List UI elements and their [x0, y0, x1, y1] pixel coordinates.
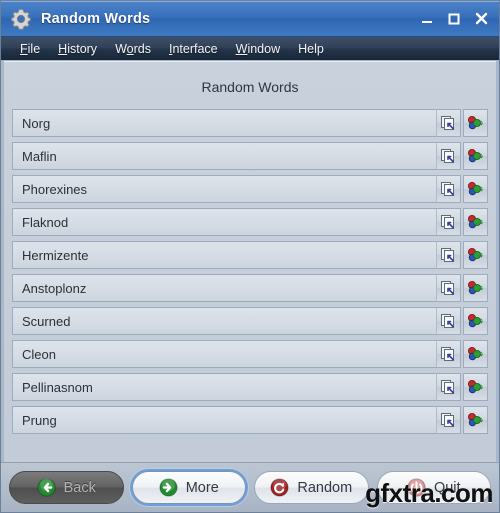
copy-icon[interactable]	[436, 373, 461, 401]
word-row: Pellinasnom	[12, 373, 488, 401]
variants-icon[interactable]	[463, 109, 488, 137]
variants-icon[interactable]	[463, 208, 488, 236]
word-row: Cleon	[12, 340, 488, 368]
variants-icon[interactable]	[463, 274, 488, 302]
word-row: Flaknod	[12, 208, 488, 236]
button-bar: Back More Random Quit	[1, 462, 499, 512]
copy-icon[interactable]	[436, 208, 461, 236]
word-field[interactable]: Scurned	[12, 307, 436, 335]
power-circle-icon	[407, 478, 426, 497]
menu-item-file[interactable]: File	[11, 37, 49, 60]
menu-item-interface[interactable]: Interface	[160, 37, 227, 60]
word-list: Norg Maflin Phorexines Flaknod Hermizente Ans…	[4, 109, 496, 462]
gear-icon	[9, 7, 33, 31]
close-icon[interactable]	[473, 11, 489, 27]
window-controls	[419, 11, 493, 27]
button-label: More	[185, 479, 219, 496]
button-label: Random	[297, 479, 353, 496]
button-label: Back	[63, 479, 96, 496]
word-row: Prung	[12, 406, 488, 434]
menu-item-window[interactable]: Window	[227, 37, 289, 60]
window-title: Random Words	[41, 10, 151, 27]
word-field[interactable]: Pellinasnom	[12, 373, 436, 401]
application-window: Random Words File History Words Interfac…	[0, 0, 500, 513]
random-button[interactable]: Random	[254, 471, 369, 504]
menu-item-words[interactable]: Words	[106, 37, 160, 60]
copy-icon[interactable]	[436, 406, 461, 434]
arrow-left-circle-icon	[36, 478, 56, 497]
word-field[interactable]: Anstoplonz	[12, 274, 436, 302]
copy-icon[interactable]	[436, 307, 461, 335]
word-row: Phorexines	[12, 175, 488, 203]
word-row: Scurned	[12, 307, 488, 335]
word-row: Norg	[12, 109, 488, 137]
arrow-right-circle-icon	[159, 478, 178, 497]
more-button[interactable]: More	[131, 471, 246, 504]
word-field[interactable]: Prung	[12, 406, 436, 434]
title-bar: Random Words	[1, 1, 499, 37]
minimize-icon[interactable]	[419, 11, 435, 27]
word-field[interactable]: Norg	[12, 109, 436, 137]
word-field[interactable]: Flaknod	[12, 208, 436, 236]
word-row: Maflin	[12, 142, 488, 170]
quit-button[interactable]: Quit	[376, 471, 491, 504]
copy-icon[interactable]	[436, 274, 461, 302]
copy-icon[interactable]	[436, 241, 461, 269]
word-field[interactable]: Cleon	[12, 340, 436, 368]
copy-icon[interactable]	[436, 109, 461, 137]
back-button: Back	[9, 471, 124, 504]
word-field[interactable]: Phorexines	[12, 175, 436, 203]
client-area: Random Words Norg Maflin Phorexines Flaknod…	[1, 61, 499, 462]
refresh-circle-icon	[270, 478, 290, 497]
menu-item-history[interactable]: History	[49, 37, 106, 60]
variants-icon[interactable]	[463, 340, 488, 368]
button-label: Quit	[433, 479, 461, 496]
variants-icon[interactable]	[463, 307, 488, 335]
copy-icon[interactable]	[436, 340, 461, 368]
word-field[interactable]: Hermizente	[12, 241, 436, 269]
menu-bar: File History Words Interface Window Help	[1, 37, 499, 61]
variants-icon[interactable]	[463, 373, 488, 401]
word-field[interactable]: Maflin	[12, 142, 436, 170]
word-row: Hermizente	[12, 241, 488, 269]
page-title: Random Words	[201, 79, 299, 95]
variants-icon[interactable]	[463, 175, 488, 203]
maximize-icon[interactable]	[446, 11, 462, 27]
copy-icon[interactable]	[436, 142, 461, 170]
variants-icon[interactable]	[463, 142, 488, 170]
variants-icon[interactable]	[463, 241, 488, 269]
variants-icon[interactable]	[463, 406, 488, 434]
copy-icon[interactable]	[436, 175, 461, 203]
menu-item-help[interactable]: Help	[289, 37, 333, 60]
word-row: Anstoplonz	[12, 274, 488, 302]
